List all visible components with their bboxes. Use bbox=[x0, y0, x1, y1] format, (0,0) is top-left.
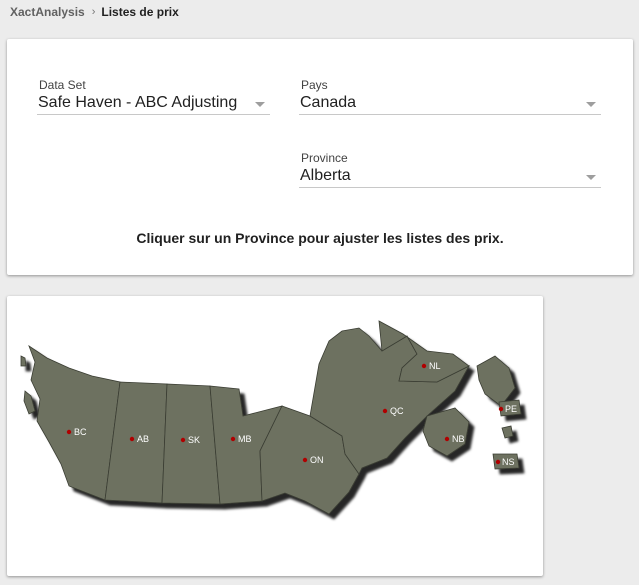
province-code: PE bbox=[505, 404, 517, 414]
province-value[interactable]: Alberta bbox=[299, 165, 601, 188]
province-code: NL bbox=[429, 361, 441, 371]
marker-dot bbox=[302, 457, 308, 463]
canada-map: BC AB SK MB ON QC NL NB PE NS bbox=[20, 320, 522, 515]
marker-dot bbox=[129, 436, 135, 442]
marker-dot bbox=[421, 363, 427, 369]
breadcrumb: XactAnalysis › Listes de prix bbox=[10, 5, 179, 19]
province-label: Province bbox=[301, 151, 348, 165]
marker-dot bbox=[66, 429, 72, 435]
marker-dot bbox=[230, 436, 236, 442]
dataset-label: Data Set bbox=[39, 78, 86, 92]
country-label: Pays bbox=[301, 78, 328, 92]
island-newfoundland-small bbox=[501, 425, 514, 439]
country-value[interactable]: Canada bbox=[299, 92, 601, 115]
marker-dot bbox=[498, 406, 504, 412]
chevron-right-icon: › bbox=[91, 6, 96, 18]
canada-map-card: BC AB SK MB ON QC NL NB PE NS bbox=[7, 296, 543, 576]
province-nb[interactable] bbox=[422, 407, 470, 457]
province-code: SK bbox=[188, 435, 200, 445]
marker-dot bbox=[382, 408, 388, 414]
filter-card: Data Set Safe Haven - ABC Adjusting Pays… bbox=[7, 39, 633, 275]
marker-dot bbox=[495, 459, 501, 465]
island-haida-gwaii bbox=[20, 355, 27, 367]
province-code: AB bbox=[137, 434, 149, 444]
province-code: MB bbox=[238, 434, 252, 444]
province-code: ON bbox=[310, 455, 324, 465]
province-code: NS bbox=[502, 457, 515, 467]
province-code: BC bbox=[74, 427, 87, 437]
instruction-text: Cliquer sur un Province pour ajuster les… bbox=[136, 230, 504, 246]
country-select[interactable]: Pays Canada bbox=[299, 78, 601, 118]
breadcrumb-current: Listes de prix bbox=[101, 5, 179, 19]
breadcrumb-home-link[interactable]: XactAnalysis bbox=[10, 5, 85, 19]
dataset-value[interactable]: Safe Haven - ABC Adjusting bbox=[37, 92, 270, 115]
province-bc[interactable] bbox=[28, 344, 121, 501]
province-select[interactable]: Province Alberta bbox=[299, 151, 601, 191]
chevron-down-icon[interactable] bbox=[255, 102, 265, 107]
dataset-select[interactable]: Data Set Safe Haven - ABC Adjusting bbox=[37, 78, 270, 118]
marker-dot bbox=[180, 437, 186, 443]
island-vancouver bbox=[23, 390, 36, 415]
marker-dot bbox=[444, 436, 450, 442]
chevron-down-icon[interactable] bbox=[586, 175, 596, 180]
province-code: NB bbox=[452, 434, 465, 444]
chevron-down-icon[interactable] bbox=[586, 102, 596, 107]
province-code: QC bbox=[390, 406, 404, 416]
